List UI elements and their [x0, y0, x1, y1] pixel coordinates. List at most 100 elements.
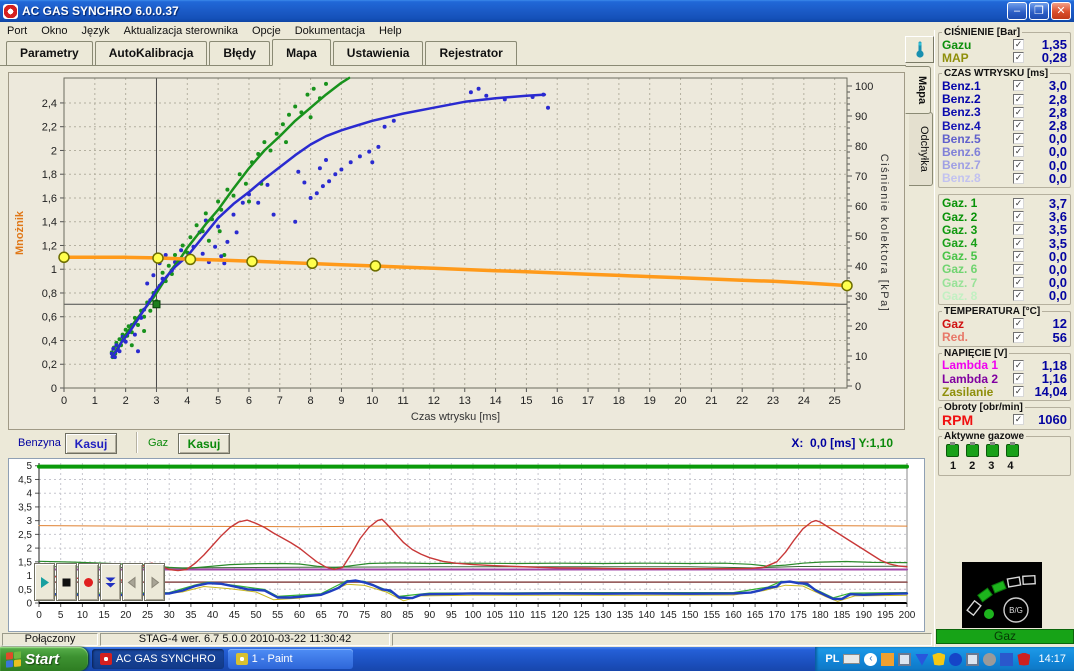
reading-checkbox[interactable]: ✓: [1013, 39, 1024, 51]
reading-checkbox[interactable]: ✓: [1013, 386, 1024, 398]
tab-ustawienia[interactable]: Ustawienia: [332, 41, 424, 65]
svg-text:Mnożnik: Mnożnik: [14, 210, 26, 255]
reading-label: Benz.5: [942, 131, 981, 146]
gas-injector-icon: [966, 441, 979, 457]
reading-checkbox[interactable]: ✓: [1013, 331, 1024, 343]
reading-label: MAP: [942, 50, 969, 65]
reading-checkbox[interactable]: ✓: [1013, 263, 1024, 275]
play-button[interactable]: [34, 563, 55, 601]
minimize-button[interactable]: –: [1007, 2, 1027, 20]
bluetooth-icon[interactable]: [949, 652, 963, 666]
reading-row: Lambda 2 ✓ 1,16: [942, 371, 1067, 386]
reading-checkbox[interactable]: ✓: [1013, 172, 1024, 184]
svg-text:5: 5: [58, 610, 64, 621]
svg-text:13: 13: [459, 395, 471, 407]
reading-checkbox[interactable]: ✓: [1013, 414, 1024, 426]
tab-rejestrator[interactable]: Rejestrator: [425, 41, 517, 65]
reading-row: RPM ✓ 1060: [942, 412, 1067, 428]
tab-mapa[interactable]: Mapa: [272, 39, 331, 66]
language-indicator[interactable]: PL: [825, 653, 839, 665]
stop-button[interactable]: [56, 563, 77, 601]
reading-checkbox[interactable]: ✓: [1013, 373, 1024, 385]
reading-checkbox[interactable]: ✓: [1013, 106, 1024, 118]
reading-label: Gaz. 4: [942, 236, 978, 251]
kasuj-gaz-button[interactable]: Kasuj: [178, 433, 230, 454]
menu-item-język[interactable]: Język: [74, 24, 116, 38]
network-icon[interactable]: [966, 652, 980, 666]
svg-text:6: 6: [246, 395, 252, 407]
thermometer-button[interactable]: [905, 36, 934, 63]
nvidia-settings-icon[interactable]: [915, 654, 929, 666]
kasuj-benzyna-button[interactable]: Kasuj: [65, 433, 117, 454]
map-chart-panel[interactable]: 0 1 2 3 4 5 6 7 8 9 10 11 12 13 14 15 16 17 18 19 20 21 22 23 24…: [8, 72, 905, 430]
menu-item-opcje[interactable]: Opcje: [245, 24, 288, 38]
svg-text:60: 60: [855, 201, 867, 213]
display-icon[interactable]: [898, 652, 912, 666]
tab-parametry[interactable]: Parametry: [6, 41, 93, 65]
reading-checkbox[interactable]: ✓: [1013, 52, 1024, 64]
reading-checkbox[interactable]: ✓: [1013, 250, 1024, 262]
svg-text:25: 25: [829, 395, 841, 407]
svg-text:2: 2: [51, 145, 57, 157]
hide-icons-chevron[interactable]: ‹: [864, 652, 878, 666]
reading-checkbox[interactable]: ✓: [1013, 197, 1024, 209]
svg-text:195: 195: [877, 610, 894, 621]
svg-text:1: 1: [26, 571, 32, 582]
gaz-label: Gaz: [148, 437, 169, 449]
reading-checkbox[interactable]: ✓: [1013, 133, 1024, 145]
scope-chart-panel[interactable]: 0 5 10 15 20 25 30 35 40 45 50 55 60 65 70 75 80 85 90 95 10…: [8, 458, 925, 632]
reading-checkbox[interactable]: ✓: [1013, 318, 1024, 330]
reading-checkbox[interactable]: ✓: [1013, 224, 1024, 236]
update-icon[interactable]: [881, 652, 895, 666]
close-button[interactable]: ✕: [1051, 2, 1071, 20]
task-button-1-paint[interactable]: 1 - Paint: [227, 649, 353, 669]
svg-text:11: 11: [397, 395, 408, 407]
record-button[interactable]: [78, 563, 99, 601]
reading-checkbox[interactable]: ✓: [1013, 120, 1024, 132]
task-button-ac-gas-synchro[interactable]: AC GAS SYNCHRO: [92, 649, 224, 669]
side-tab-mapa[interactable]: Mapa: [905, 66, 931, 114]
antivirus-icon[interactable]: [1017, 652, 1031, 666]
volume-icon[interactable]: [983, 652, 997, 666]
skip-down-button[interactable]: [100, 563, 121, 601]
svg-text:160: 160: [725, 610, 742, 621]
gas-injector-icon: [1006, 441, 1019, 457]
reading-checkbox[interactable]: ✓: [1013, 277, 1024, 289]
tab-błędy[interactable]: Błędy: [209, 41, 271, 65]
reading-checkbox[interactable]: ✓: [1013, 290, 1024, 302]
security-alert-icon[interactable]: [932, 652, 946, 666]
keyboard-icon[interactable]: [843, 654, 861, 664]
svg-text:Ciśnienie kolektora [kPa]: Ciśnienie kolektora [kPa]: [878, 154, 890, 313]
map-chart[interactable]: 0 1 2 3 4 5 6 7 8 9 10 11 12 13 14 15 16 17 18 19 20 21 22 23 24…: [9, 73, 904, 429]
reading-checkbox[interactable]: ✓: [1013, 211, 1024, 223]
menu-item-okno[interactable]: Okno: [34, 24, 74, 38]
restore-button[interactable]: ❐: [1029, 2, 1049, 20]
menu-item-port[interactable]: Port: [0, 24, 34, 38]
reading-checkbox[interactable]: ✓: [1013, 237, 1024, 249]
reading-label: Benz.1: [942, 78, 981, 93]
svg-text:2: 2: [123, 395, 129, 407]
side-tab-odchylka[interactable]: Odchyłka: [909, 112, 933, 186]
menu-item-dokumentacja[interactable]: Dokumentacja: [288, 24, 372, 38]
start-button[interactable]: Start: [0, 647, 88, 671]
next-button[interactable]: [144, 563, 165, 601]
injector-number: 3: [988, 459, 995, 472]
svg-text:80: 80: [381, 610, 393, 621]
reading-checkbox[interactable]: ✓: [1013, 80, 1024, 92]
prev-button[interactable]: [122, 563, 143, 601]
reading-checkbox[interactable]: ✓: [1013, 359, 1024, 371]
tab-autokalibracja[interactable]: AutoKalibracja: [94, 41, 208, 65]
menu-item-aktualizacja-sterownika[interactable]: Aktualizacja sterownika: [117, 24, 245, 38]
battery-icon[interactable]: [1000, 652, 1014, 666]
reading-label: Benz.6: [942, 144, 981, 159]
reading-row: Gaz. 2 ✓ 3,6: [942, 209, 1067, 224]
menu-item-help[interactable]: Help: [372, 24, 409, 38]
scope-chart[interactable]: 0 5 10 15 20 25 30 35 40 45 50 55 60 65 70 75 80 85 90 95 10…: [9, 459, 922, 629]
svg-text:2,5: 2,5: [18, 530, 32, 541]
reading-checkbox[interactable]: ✓: [1013, 146, 1024, 158]
svg-text:1,8: 1,8: [42, 169, 57, 181]
svg-text:10: 10: [366, 395, 378, 407]
reading-checkbox[interactable]: ✓: [1013, 93, 1024, 105]
reading-checkbox[interactable]: ✓: [1013, 159, 1024, 171]
gas-mode-button[interactable]: Gaz: [936, 629, 1074, 644]
